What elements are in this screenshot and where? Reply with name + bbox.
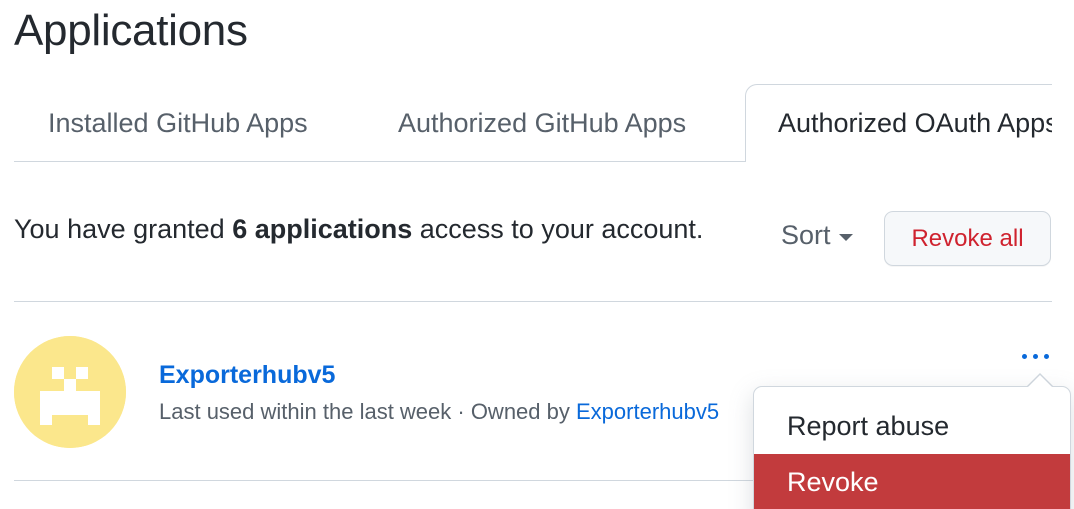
app-name-link[interactable]: Exporterhubv5 — [159, 361, 335, 390]
menu-caret — [1028, 375, 1052, 387]
kebab-dot — [1043, 353, 1049, 359]
page-title: Applications — [14, 6, 248, 55]
caret-down-icon — [838, 233, 853, 241]
app-meta: Last used within the last week · Owned b… — [159, 399, 719, 425]
menu-item-revoke[interactable]: Revoke — [754, 454, 1070, 509]
identicon-icon — [14, 336, 126, 448]
summary-prefix: You have granted — [14, 214, 233, 244]
app-meta-text: Last used within the last week · Owned b… — [159, 399, 576, 424]
applications-page: Applications Installed GitHub Apps Autho… — [0, 0, 1074, 509]
app-avatar[interactable] — [14, 336, 126, 448]
tab-authorized-github-apps[interactable]: Authorized GitHub Apps — [398, 84, 686, 162]
app-owner-link[interactable]: Exporterhubv5 — [576, 399, 719, 424]
sort-label: Sort — [781, 220, 831, 250]
menu-item-report-abuse[interactable]: Report abuse — [754, 397, 1070, 455]
list-divider-top — [14, 301, 1052, 302]
summary-suffix: access to your account. — [412, 214, 704, 244]
tab-installed-github-apps[interactable]: Installed GitHub Apps — [48, 84, 308, 162]
sort-dropdown[interactable]: Sort — [781, 220, 853, 251]
summary-count: 6 applications — [232, 214, 413, 244]
kebab-dot — [1021, 353, 1027, 359]
kebab-dot — [1032, 353, 1038, 359]
revoke-all-button[interactable]: Revoke all — [884, 211, 1051, 266]
more-actions-icon[interactable] — [1015, 344, 1055, 368]
app-actions-menu: Report abuse Revoke — [753, 386, 1071, 509]
tabs-divider — [14, 161, 745, 162]
tab-authorized-oauth-apps[interactable]: Authorized OAuth Apps — [745, 84, 1052, 162]
grant-summary: You have granted 6 applications access t… — [14, 214, 703, 245]
